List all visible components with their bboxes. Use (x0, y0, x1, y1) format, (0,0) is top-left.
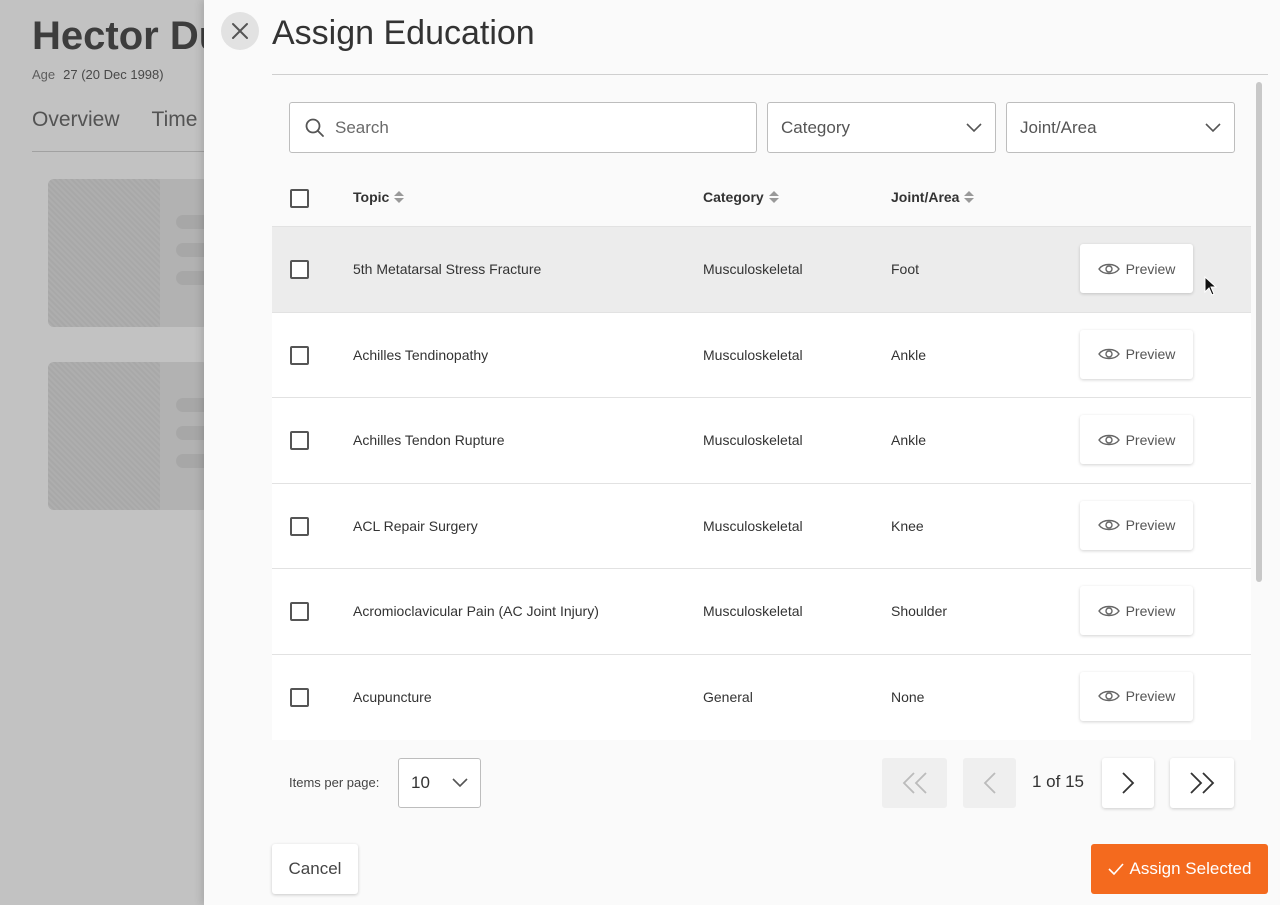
preview-button[interactable]: Preview (1080, 329, 1193, 379)
category-cell: Musculoskeletal (703, 603, 803, 620)
row-checkbox[interactable] (290, 687, 309, 707)
preview-label: Preview (1125, 602, 1176, 619)
scrollbar[interactable] (1254, 80, 1264, 825)
preview-button[interactable]: Preview (1080, 244, 1193, 293)
table-row[interactable]: Acupuncture General None Preview (272, 653, 1251, 740)
check-icon (1107, 863, 1124, 875)
eye-icon (1097, 605, 1120, 617)
next-page-button[interactable] (1102, 758, 1154, 808)
scrollbar-thumb[interactable] (1256, 82, 1262, 582)
table-row[interactable]: ACL Repair Surgery Musculoskeletal Knee Pre… (272, 482, 1251, 569)
row-checkbox[interactable] (290, 260, 309, 279)
topic-cell: ACL Repair Surgery (353, 517, 478, 534)
column-header-topic[interactable]: Topic (353, 189, 405, 205)
first-page-button[interactable] (882, 758, 947, 808)
modal-title: Assign Education (272, 14, 535, 52)
topic-cell: 5th Metatarsal Stress Fracture (353, 261, 542, 277)
joint-cell: Ankle (891, 432, 927, 449)
chevron-down-icon (966, 122, 982, 132)
column-header-joint[interactable]: Joint/Area (891, 189, 975, 205)
items-per-page-label: Items per page: (289, 775, 380, 790)
search-input[interactable] (335, 117, 735, 138)
category-cell: General (703, 688, 753, 705)
eye-icon (1097, 348, 1120, 360)
joint-cell: Knee (891, 517, 924, 534)
category-cell: Musculoskeletal (703, 261, 803, 277)
assign-selected-button[interactable]: Assign Selected (1091, 844, 1268, 894)
table-row[interactable]: Achilles Tendinopathy Musculoskeletal Ankl… (272, 311, 1251, 398)
topic-cell: Achilles Tendinopathy (353, 346, 489, 363)
items-per-page-select[interactable]: 10 (398, 758, 481, 808)
page-indicator: 1 of 15 (1032, 772, 1084, 791)
sort-icon (964, 191, 975, 203)
assign-education-drawer: Assign Education Category Joint/Area Top… (204, 0, 1280, 905)
preview-label: Preview (1125, 346, 1176, 363)
table-row[interactable]: 5th Metatarsal Stress Fracture Musculoske… (272, 226, 1251, 312)
eye-icon (1097, 263, 1120, 274)
category-filter-select[interactable]: Category (767, 102, 996, 153)
table-row[interactable]: Acromioclavicular Pain (AC Joint Injury)… (272, 568, 1251, 654)
preview-button[interactable]: Preview (1080, 671, 1193, 721)
education-table: Topic Category Joint/Area 5th Metatarsal… (272, 170, 1251, 740)
preview-label: Preview (1125, 688, 1176, 705)
search-icon (305, 118, 324, 137)
mouse-pointer-icon (1204, 276, 1218, 296)
chevron-down-icon (452, 778, 468, 788)
joint-cell: Shoulder (891, 603, 948, 620)
close-button[interactable] (221, 12, 259, 50)
table-row[interactable]: Achilles Tendon Rupture Musculoskeletal An… (272, 397, 1251, 483)
column-header-label: Category (703, 189, 764, 205)
row-checkbox[interactable] (290, 516, 309, 536)
last-page-button[interactable] (1170, 758, 1234, 808)
category-filter-label: Category (781, 117, 850, 137)
joint-filter-select[interactable]: Joint/Area (1006, 102, 1235, 153)
topic-cell: Acromioclavicular Pain (AC Joint Injury) (353, 603, 599, 620)
chevron-right-icon (1122, 772, 1135, 794)
backdrop-overlay[interactable] (0, 0, 205, 905)
items-per-page-value: 10 (411, 773, 430, 792)
search-field[interactable] (289, 102, 757, 153)
chevron-left-icon (983, 772, 996, 794)
column-header-label: Joint/Area (891, 189, 960, 205)
joint-cell: None (891, 688, 925, 705)
table-header: Topic Category Joint/Area (272, 170, 1251, 226)
double-chevron-left-icon (902, 772, 927, 794)
sort-icon (768, 191, 779, 203)
row-checkbox[interactable] (290, 431, 309, 451)
assign-selected-label: Assign Selected (1129, 859, 1252, 878)
preview-button[interactable]: Preview (1080, 500, 1193, 550)
close-icon (232, 23, 248, 39)
eye-icon (1097, 434, 1120, 445)
cancel-button[interactable]: Cancel (272, 844, 358, 894)
row-checkbox[interactable] (290, 345, 309, 365)
column-header-label: Topic (353, 189, 390, 205)
row-checkbox[interactable] (290, 602, 309, 622)
preview-label: Preview (1125, 260, 1176, 277)
preview-label: Preview (1125, 431, 1176, 448)
topic-cell: Acupuncture (353, 688, 432, 705)
preview-button[interactable]: Preview (1080, 586, 1193, 636)
topic-cell: Achilles Tendon Rupture (353, 432, 505, 449)
eye-icon (1097, 520, 1120, 531)
joint-filter-label: Joint/Area (1020, 117, 1097, 137)
select-all-checkbox[interactable] (290, 189, 309, 208)
joint-cell: Ankle (891, 346, 927, 363)
eye-icon (1097, 691, 1120, 702)
category-cell: Musculoskeletal (703, 432, 803, 449)
column-header-category[interactable]: Category (703, 189, 779, 205)
category-cell: Musculoskeletal (703, 346, 803, 363)
category-cell: Musculoskeletal (703, 517, 803, 534)
double-chevron-right-icon (1190, 772, 1215, 794)
joint-cell: Foot (891, 261, 920, 277)
preview-label: Preview (1125, 517, 1176, 534)
chevron-down-icon (1205, 122, 1221, 132)
table-body: 5th Metatarsal Stress Fracture Musculoske… (272, 226, 1251, 740)
previous-page-button[interactable] (963, 758, 1016, 808)
divider (272, 74, 1268, 75)
sort-icon (394, 191, 405, 203)
preview-button[interactable]: Preview (1080, 415, 1193, 465)
